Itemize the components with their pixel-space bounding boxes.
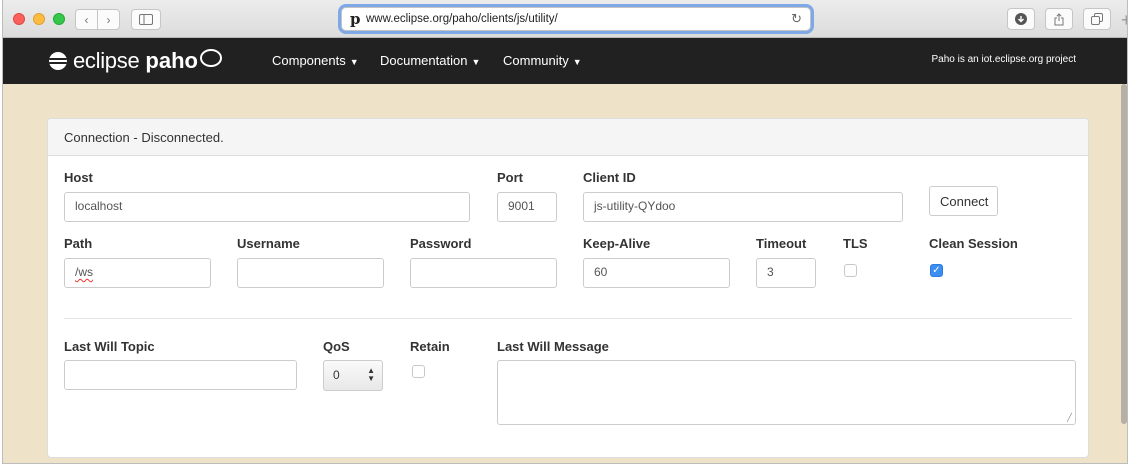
client-id-input[interactable]: js-utility-QYdoo <box>583 192 903 222</box>
resize-handle-icon[interactable]: ╱ <box>1067 413 1072 422</box>
host-input[interactable]: localhost <box>64 192 470 222</box>
port-input[interactable]: 9001 <box>497 192 557 222</box>
last-will-message-textarea[interactable]: ╱ <box>497 360 1076 425</box>
tabs-icon <box>1091 13 1103 25</box>
downloads-button[interactable] <box>1007 8 1035 30</box>
header-tagline: Paho is an iot.eclipse.org project <box>931 54 1076 65</box>
tls-label: TLS <box>843 236 868 251</box>
qos-label: QoS <box>323 339 350 354</box>
forward-button[interactable]: › <box>97 9 120 30</box>
nav-components[interactable]: Components ▼ <box>272 53 359 68</box>
qos-selected-value: 0 <box>333 368 340 382</box>
caret-down-icon: ▼ <box>349 57 359 67</box>
address-bar-url[interactable]: www.eclipse.org/paho/clients/js/utility/ <box>366 13 558 25</box>
address-bar[interactable]: p www.eclipse.org/paho/clients/js/utilit… <box>341 7 811 31</box>
path-label: Path <box>64 236 93 251</box>
caret-down-icon: ▼ <box>572 57 582 67</box>
connection-panel: Connection - Disconnected. Host localhos… <box>47 118 1089 458</box>
nav-community[interactable]: Community ▼ <box>503 53 582 68</box>
clean-session-label: Clean Session <box>929 236 1018 251</box>
download-icon <box>1015 13 1027 25</box>
username-label: Username <box>237 236 300 251</box>
back-button[interactable]: ‹ <box>75 9 98 30</box>
browser-toolbar: ‹ › p www.eclipse.org/paho/clients/js/ut… <box>3 0 1127 38</box>
sidebar-button[interactable] <box>131 9 161 30</box>
password-label: Password <box>410 236 472 251</box>
select-arrows-icon: ▲ ▼ <box>367 366 375 383</box>
timeout-label: Timeout <box>756 236 807 251</box>
tabs-overview-button[interactable] <box>1083 8 1111 30</box>
sidebar-icon <box>139 14 153 25</box>
retain-checkbox[interactable] <box>412 365 425 378</box>
last-will-topic-input[interactable] <box>64 360 297 390</box>
new-tab-icon[interactable]: + <box>1121 10 1127 31</box>
logo-paho-text: paho <box>145 48 198 73</box>
site-header: eclipse paho Components ▼ Documentation ▼ … <box>3 38 1127 84</box>
path-value: /ws <box>75 265 93 279</box>
host-label: Host <box>64 170 93 185</box>
keep-alive-label: Keep-Alive <box>583 236 651 251</box>
last-will-message-label: Last Will Message <box>497 339 609 354</box>
retain-label: Retain <box>410 339 450 354</box>
username-input[interactable] <box>237 258 384 288</box>
checkmark-icon: ✓ <box>932 265 941 276</box>
caret-down-icon: ▼ <box>471 57 481 67</box>
eclipse-paho-logo[interactable]: eclipse paho <box>49 46 222 76</box>
connection-status-heading[interactable]: Connection - Disconnected. <box>48 119 1088 156</box>
minimize-window-button[interactable] <box>33 13 45 25</box>
share-button[interactable] <box>1045 8 1073 30</box>
qos-select[interactable]: 0 ▲ ▼ <box>323 360 383 391</box>
reload-icon[interactable]: ↻ <box>791 11 802 27</box>
nav-community-label: Community <box>503 53 569 68</box>
connection-form: Host localhost Port 9001 Client ID js-ut… <box>48 156 1088 457</box>
close-window-button[interactable] <box>13 13 25 25</box>
forward-icon: › <box>106 12 111 27</box>
keep-alive-input[interactable]: 60 <box>583 258 730 288</box>
zoom-window-button[interactable] <box>53 13 65 25</box>
nav-documentation-label: Documentation <box>380 53 468 68</box>
password-input[interactable] <box>410 258 557 288</box>
port-label: Port <box>497 170 523 185</box>
path-input[interactable]: /ws <box>64 258 211 288</box>
share-icon <box>1054 12 1064 25</box>
client-id-label: Client ID <box>583 170 636 185</box>
nav-documentation[interactable]: Documentation ▼ <box>380 53 480 68</box>
clean-session-checkbox[interactable]: ✓ <box>930 264 943 277</box>
section-divider <box>64 318 1072 319</box>
connect-button[interactable]: Connect <box>929 186 998 216</box>
nav-components-label: Components <box>272 53 346 68</box>
page-scrollbar[interactable] <box>1121 84 1127 424</box>
last-will-topic-label: Last Will Topic <box>64 339 155 354</box>
logo-eclipse-text: eclipse <box>73 48 140 73</box>
favicon: p <box>350 10 361 28</box>
eclipse-logo-icon <box>49 52 67 70</box>
back-icon: ‹ <box>84 12 89 27</box>
browser-window: ‹ › p www.eclipse.org/paho/clients/js/ut… <box>2 0 1128 464</box>
speech-bubble-icon <box>199 49 222 67</box>
timeout-input[interactable]: 3 <box>756 258 816 288</box>
tls-checkbox[interactable] <box>844 264 857 277</box>
